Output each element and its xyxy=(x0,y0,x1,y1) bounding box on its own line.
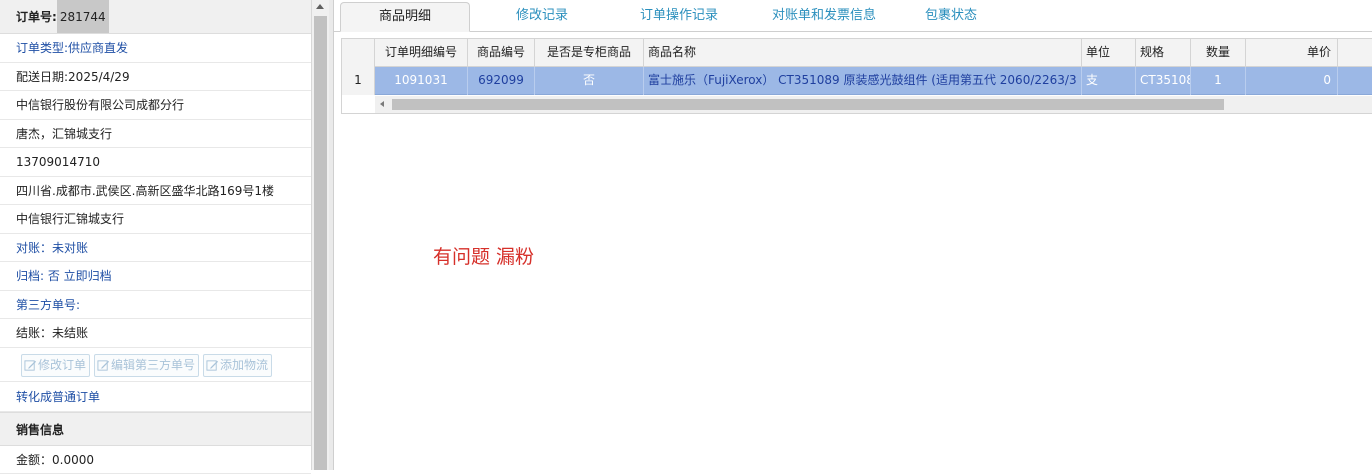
issue-note: 有问题 漏粉 xyxy=(433,242,534,269)
third-party-number: 第三方单号: xyxy=(0,291,311,320)
scroll-left-icon[interactable] xyxy=(380,101,384,107)
reconcile-status: 对账：未对账 xyxy=(0,234,311,263)
header-is-counter[interactable]: 是否是专柜商品 xyxy=(535,39,644,67)
cell-extra xyxy=(1338,67,1372,95)
panel-splitter[interactable] xyxy=(329,0,334,470)
cell-product-no[interactable]: 692099 xyxy=(468,67,535,95)
tab-modify-records[interactable]: 修改记录 xyxy=(494,2,590,32)
edit-icon xyxy=(24,359,37,372)
cell-price: 0 xyxy=(1246,67,1338,95)
header-qty[interactable]: 数量 xyxy=(1191,39,1246,67)
cell-is-counter: 否 xyxy=(535,67,644,95)
header-unit[interactable]: 单位 xyxy=(1082,39,1136,67)
cell-product-name[interactable]: 富士施乐（FujiXerox） CT351089 原装感光鼓组件 (适用第五代 … xyxy=(644,67,1082,95)
header-price[interactable]: 单价 xyxy=(1246,39,1338,67)
tab-order-operation-records[interactable]: 订单操作记录 xyxy=(624,2,734,32)
edit-icon xyxy=(97,359,110,372)
left-panel-scrollbar[interactable] xyxy=(312,0,329,470)
edit-icon xyxy=(206,359,219,372)
scrollbar-thumb[interactable] xyxy=(314,16,327,470)
delivery-date: 配送日期:2025/4/29 xyxy=(0,63,311,92)
sales-info-header: 销售信息 xyxy=(0,412,311,446)
edit-order-button[interactable]: 修改订单 xyxy=(21,354,90,377)
tab-bar: 商品明细 修改记录 订单操作记录 对账单和发票信息 包裹状态 xyxy=(334,0,1372,32)
order-number-label: 订单号: xyxy=(16,10,57,24)
order-type: 订单类型:供应商直发 xyxy=(0,34,311,63)
row-number: 1 xyxy=(342,67,375,95)
company-name: 中信银行股份有限公司成都分行 xyxy=(0,91,311,120)
scrollbar-thumb[interactable] xyxy=(392,99,1224,110)
cell-spec: CT35108 xyxy=(1136,67,1191,95)
header-rownum xyxy=(342,39,375,67)
add-logistics-button[interactable]: 添加物流 xyxy=(203,354,272,377)
tab-package-status[interactable]: 包裹状态 xyxy=(914,2,988,32)
branch-name: 中信银行汇锦城支行 xyxy=(0,205,311,234)
order-info-panel: 订单号:281744 订单类型:供应商直发 配送日期:2025/4/29 中信银… xyxy=(0,0,312,470)
header-product-no[interactable]: 商品编号 xyxy=(468,39,535,67)
header-product-name[interactable]: 商品名称 xyxy=(644,39,1082,67)
delivery-address: 四川省.成都市.武侯区.高新区盛华北路169号1楼 xyxy=(0,177,311,206)
order-number-value[interactable]: 281744 xyxy=(57,0,109,34)
order-actions: 修改订单 编辑第三方单号 添加物流 xyxy=(0,348,311,382)
grid-horizontal-scrollbar[interactable] xyxy=(375,96,1372,113)
archive-status[interactable]: 归档: 否 立即归档 xyxy=(0,262,311,291)
convert-to-normal-order-link[interactable]: 转化成普通订单 xyxy=(0,382,311,412)
product-details-grid: 订单明细编号 商品编号 是否是专柜商品 商品名称 单位 规格 数量 单价 1 1… xyxy=(341,38,1372,114)
header-spec[interactable]: 规格 xyxy=(1136,39,1191,67)
cell-unit: 支 xyxy=(1082,67,1136,95)
header-detail-no[interactable]: 订单明细编号 xyxy=(375,39,468,67)
contact-name: 唐杰，汇锦城支行 xyxy=(0,120,311,149)
order-number-row: 订单号:281744 xyxy=(0,0,311,34)
scroll-up-icon[interactable] xyxy=(316,4,324,9)
table-row[interactable]: 1 1091031 692099 否 富士施乐（FujiXerox） CT351… xyxy=(342,67,1372,95)
edit-third-party-button[interactable]: 编辑第三方单号 xyxy=(94,354,199,377)
grid-header-row: 订单明细编号 商品编号 是否是专柜商品 商品名称 单位 规格 数量 单价 xyxy=(342,39,1372,67)
cell-qty: 1 xyxy=(1191,67,1246,95)
settlement-status: 结账：未结账 xyxy=(0,319,311,348)
cell-detail-no: 1091031 xyxy=(375,67,468,95)
tab-product-details[interactable]: 商品明细 xyxy=(340,2,470,32)
header-extra xyxy=(1338,39,1372,67)
tab-statement-invoice[interactable]: 对账单和发票信息 xyxy=(754,2,894,32)
contact-phone: 13709014710 xyxy=(0,148,311,177)
